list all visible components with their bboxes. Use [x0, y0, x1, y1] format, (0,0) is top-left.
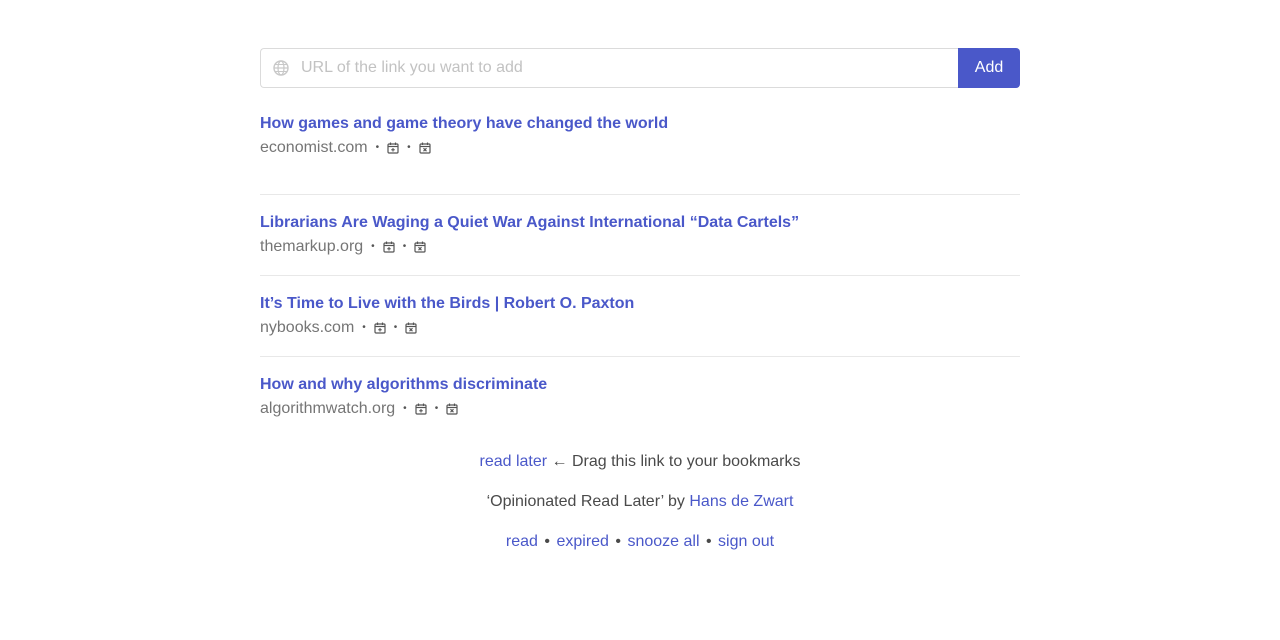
- list-item: How games and game theory have changed t…: [260, 114, 1020, 195]
- list-item: How and why algorithms discriminate algo…: [260, 357, 1020, 438]
- calendar-x-icon[interactable]: [405, 322, 417, 334]
- add-link-form: Add: [260, 48, 1020, 88]
- footer-nav: read • expired • snooze all • sign out: [0, 533, 1280, 551]
- meta-separator: •: [434, 403, 439, 414]
- meta-separator: •: [403, 403, 407, 414]
- link-list: How games and game theory have changed t…: [260, 114, 1020, 438]
- meta-separator: •: [402, 241, 407, 252]
- nav-read-link[interactable]: read: [506, 533, 538, 550]
- calendar-plus-icon[interactable]: [387, 142, 399, 154]
- link-domain: themarkup.org: [260, 238, 364, 255]
- nav-separator: •: [615, 533, 622, 550]
- nav-separator: •: [705, 533, 712, 550]
- link-domain: economist.com: [260, 139, 368, 156]
- nav-expired-link[interactable]: expired: [556, 533, 608, 550]
- link-domain: algorithmwatch.org: [260, 400, 396, 417]
- link-title[interactable]: It’s Time to Live with the Birds | Rober…: [260, 294, 1020, 314]
- link-title[interactable]: How and why algorithms discriminate: [260, 375, 1020, 395]
- credit-text: ‘Opinionated Read Later’ by: [486, 493, 685, 510]
- meta-separator: •: [362, 322, 366, 333]
- bookmarklet-row: read later ← Drag this link to your book…: [0, 453, 1280, 471]
- bookmarklet-hint: ← Drag this link to your bookmarks: [551, 453, 801, 470]
- calendar-plus-icon[interactable]: [383, 241, 395, 253]
- calendar-plus-icon[interactable]: [415, 403, 427, 415]
- author-link[interactable]: Hans de Zwart: [689, 493, 793, 510]
- list-item: It’s Time to Live with the Birds | Rober…: [260, 276, 1020, 357]
- main-container: Add How games and game theory have chang…: [260, 48, 1020, 438]
- nav-separator: •: [544, 533, 551, 550]
- calendar-x-icon[interactable]: [414, 241, 426, 253]
- nav-snooze-all-link[interactable]: snooze all: [627, 533, 699, 550]
- calendar-x-icon[interactable]: [419, 142, 431, 154]
- list-item: Librarians Are Waging a Quiet War Agains…: [260, 195, 1020, 276]
- link-domain: nybooks.com: [260, 319, 355, 336]
- calendar-x-icon[interactable]: [446, 403, 458, 415]
- meta-separator: •: [375, 142, 380, 153]
- url-input[interactable]: [301, 49, 941, 87]
- globe-icon: [273, 60, 289, 76]
- link-meta: economist.com • •: [260, 138, 1020, 158]
- meta-separator: •: [371, 241, 375, 252]
- link-meta: themarkup.org • •: [260, 237, 1020, 257]
- link-title[interactable]: How games and game theory have changed t…: [260, 114, 1020, 134]
- link-meta: algorithmwatch.org • •: [260, 399, 1020, 419]
- link-title[interactable]: Librarians Are Waging a Quiet War Agains…: [260, 213, 1020, 233]
- bookmarklet-link[interactable]: read later: [479, 453, 547, 470]
- meta-separator: •: [393, 322, 398, 333]
- meta-separator: •: [407, 142, 411, 153]
- nav-sign-out-link[interactable]: sign out: [718, 533, 774, 550]
- credit-row: ‘Opinionated Read Later’ by Hans de Zwar…: [0, 493, 1280, 511]
- url-input-wrapper: [260, 48, 958, 88]
- calendar-plus-icon[interactable]: [374, 322, 386, 334]
- add-button[interactable]: Add: [958, 48, 1020, 88]
- link-meta: nybooks.com • •: [260, 318, 1020, 338]
